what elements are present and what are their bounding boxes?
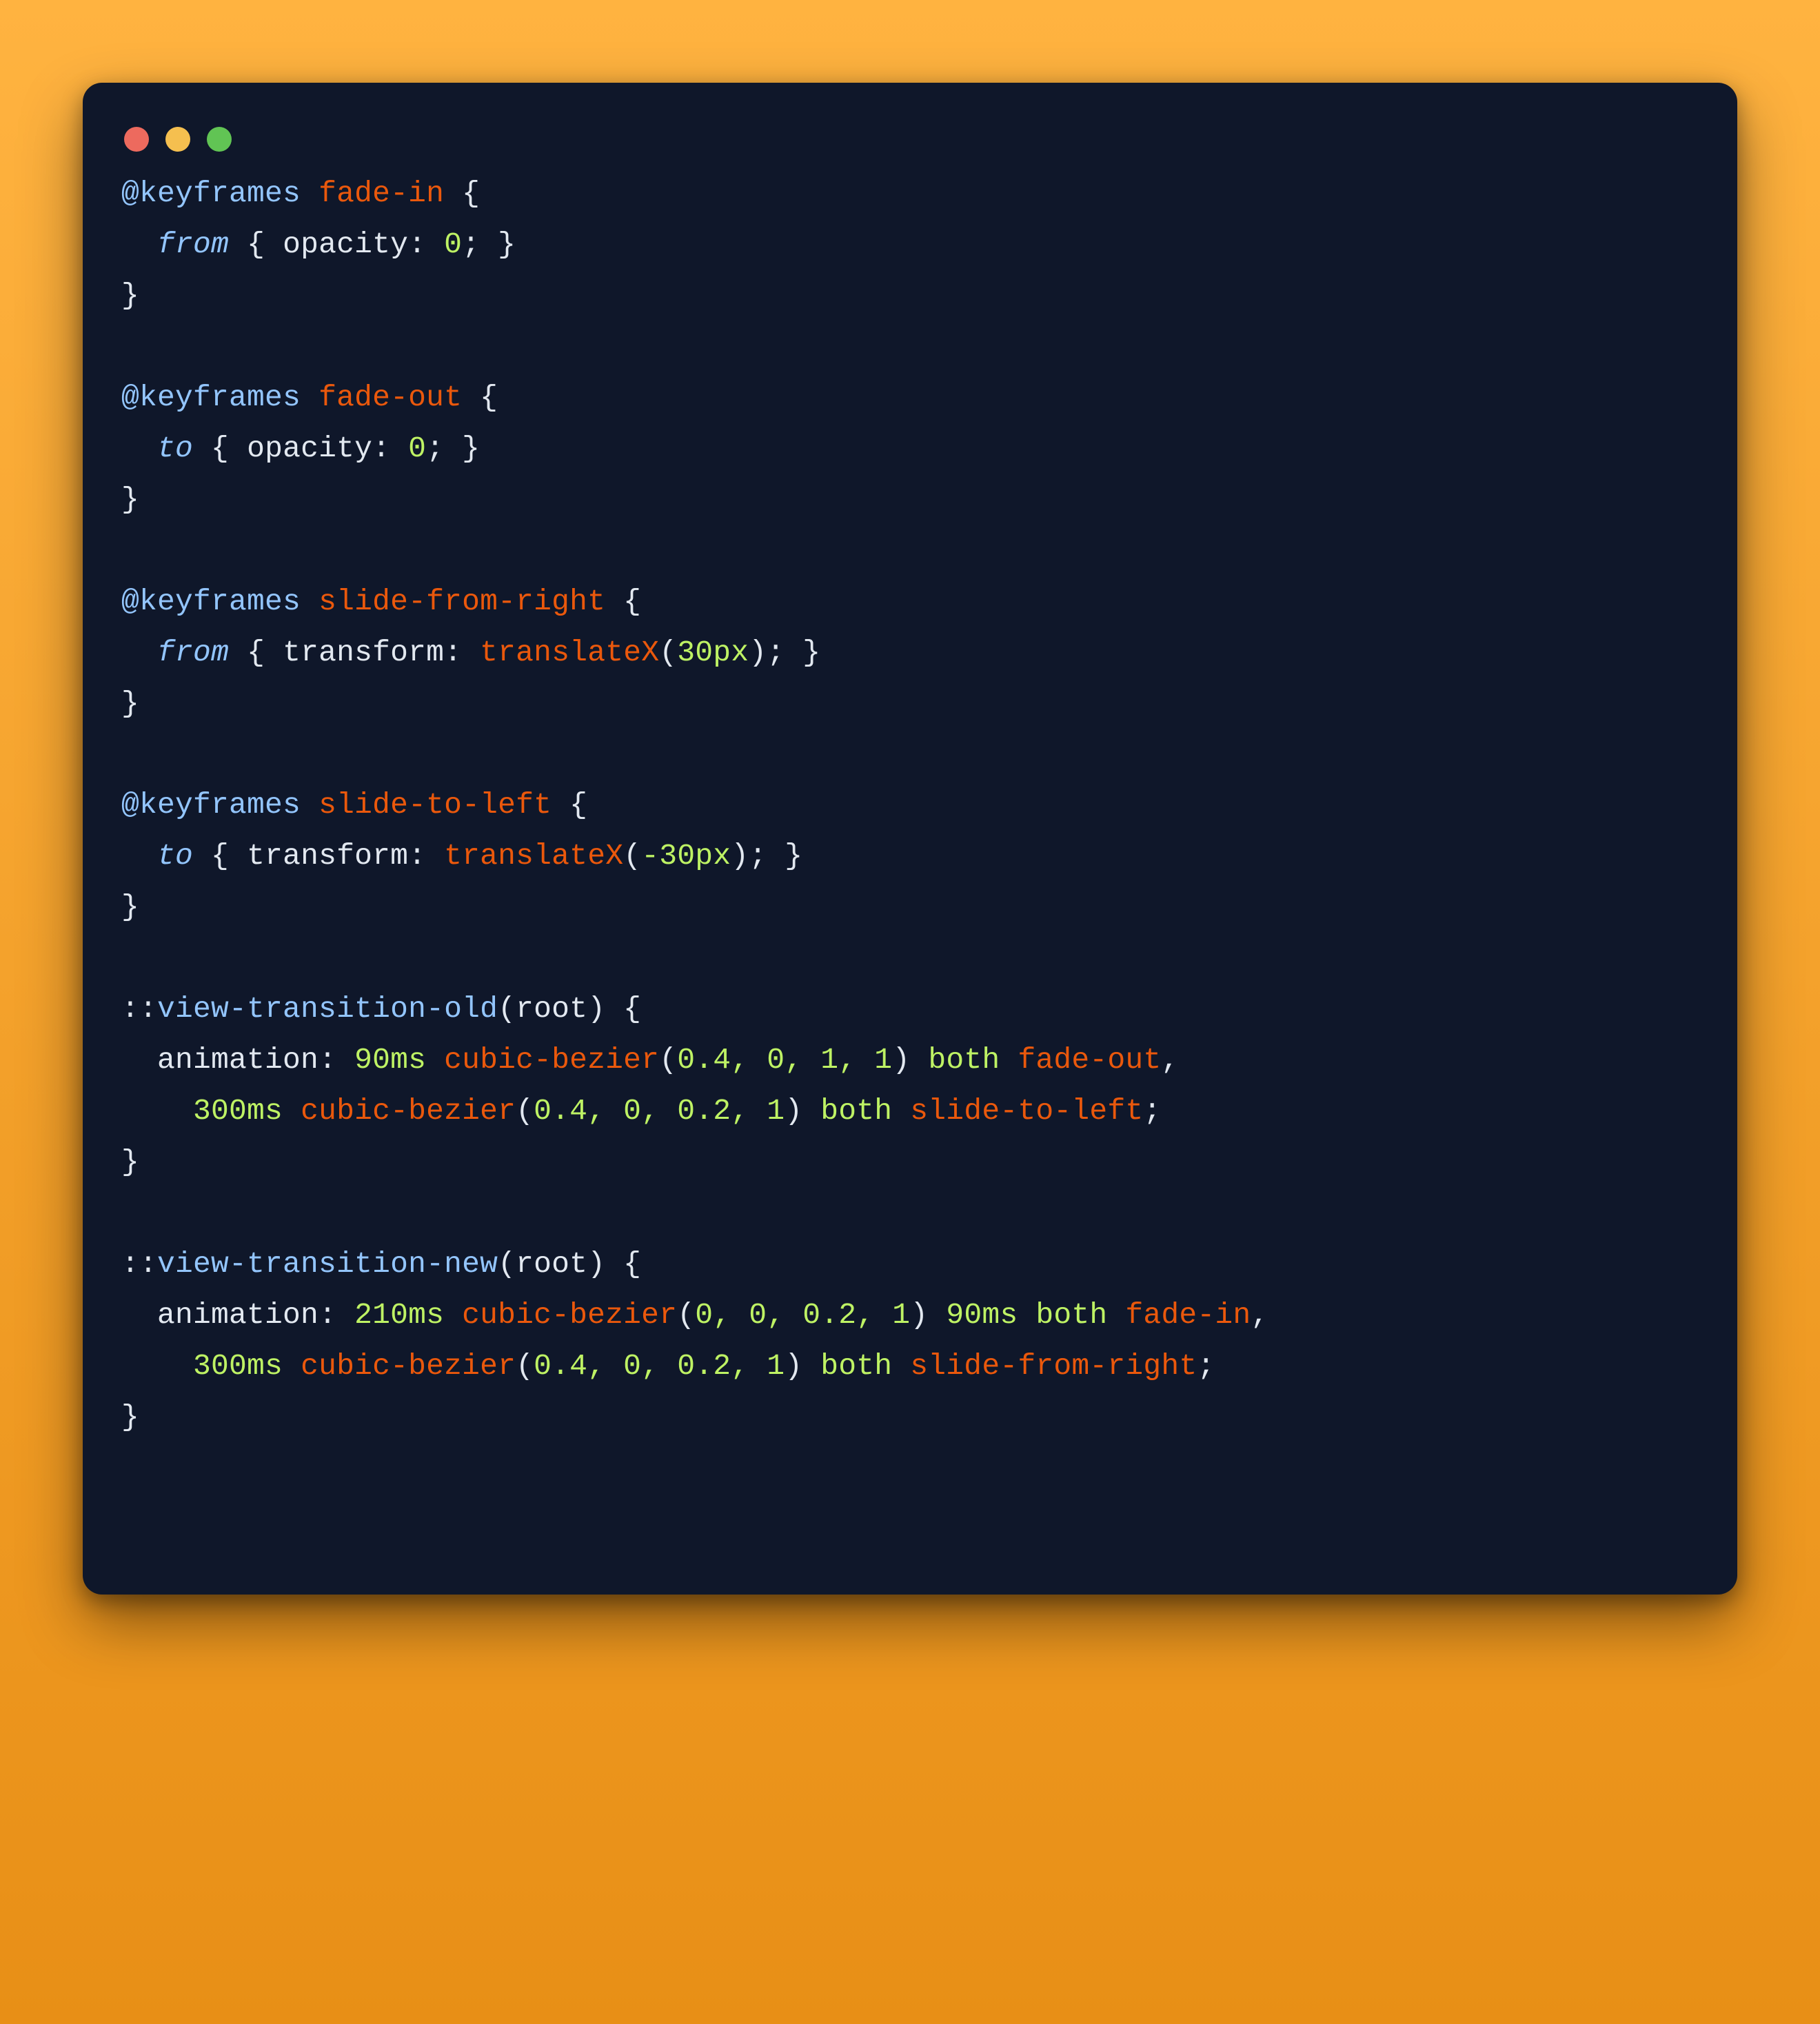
fill-mode: both: [820, 1094, 892, 1128]
delay-value: 90ms: [946, 1298, 1018, 1332]
duration-value: 90ms: [354, 1043, 426, 1077]
keyframes-name: fade-out: [318, 381, 462, 414]
fill-mode: both: [820, 1349, 892, 1383]
close-icon[interactable]: [124, 127, 149, 152]
css-function: translateX: [480, 636, 659, 669]
easing-function: cubic-bezier: [444, 1043, 659, 1077]
duration-value: 300ms: [193, 1094, 283, 1128]
css-function-arg: -30px: [641, 839, 731, 873]
css-value: 0: [444, 227, 462, 261]
easing-args: 0, 0, 0.2, 1: [695, 1298, 910, 1332]
animation-name: fade-in: [1125, 1298, 1251, 1332]
animation-name: slide-to-left: [910, 1094, 1143, 1128]
css-value: 0: [408, 432, 426, 465]
code-block: @keyframes fade-in { from { opacity: 0; …: [121, 168, 1699, 1443]
keyframe-selector: to: [157, 432, 193, 465]
keyframes-name: slide-from-right: [318, 585, 605, 618]
duration-value: 210ms: [354, 1298, 444, 1332]
pseudo-element: view-transition-old: [157, 992, 498, 1026]
keyframes-name: slide-to-left: [318, 788, 552, 822]
zoom-icon[interactable]: [207, 127, 232, 152]
pseudo-arg: root: [516, 1247, 587, 1281]
easing-function: cubic-bezier: [301, 1349, 516, 1383]
css-property: opacity: [283, 227, 408, 261]
easing-args: 0.4, 0, 0.2, 1: [534, 1094, 785, 1128]
css-property: transform: [247, 839, 408, 873]
css-property: transform: [283, 636, 444, 669]
easing-args: 0.4, 0, 1, 1: [677, 1043, 892, 1077]
pseudo-arg: root: [516, 992, 587, 1026]
easing-args: 0.4, 0, 0.2, 1: [534, 1349, 785, 1383]
easing-function: cubic-bezier: [301, 1094, 516, 1128]
code-editor-window: @keyframes fade-in { from { opacity: 0; …: [83, 83, 1737, 1595]
animation-name: fade-out: [1018, 1043, 1161, 1077]
animation-name: slide-from-right: [910, 1349, 1197, 1383]
keyframes-name: fade-in: [318, 176, 444, 210]
fill-mode: both: [1035, 1298, 1107, 1332]
fill-mode: both: [928, 1043, 1000, 1077]
minimize-icon[interactable]: [165, 127, 190, 152]
keyframe-selector: from: [157, 636, 229, 669]
css-function: translateX: [444, 839, 623, 873]
pseudo-element: view-transition-new: [157, 1247, 498, 1281]
duration-value: 300ms: [193, 1349, 283, 1383]
easing-function: cubic-bezier: [462, 1298, 677, 1332]
keyframe-selector: to: [157, 839, 193, 873]
css-property: opacity: [247, 432, 372, 465]
window-titlebar: [121, 121, 1699, 168]
css-function-arg: 30px: [677, 636, 749, 669]
keyframe-selector: from: [157, 227, 229, 261]
